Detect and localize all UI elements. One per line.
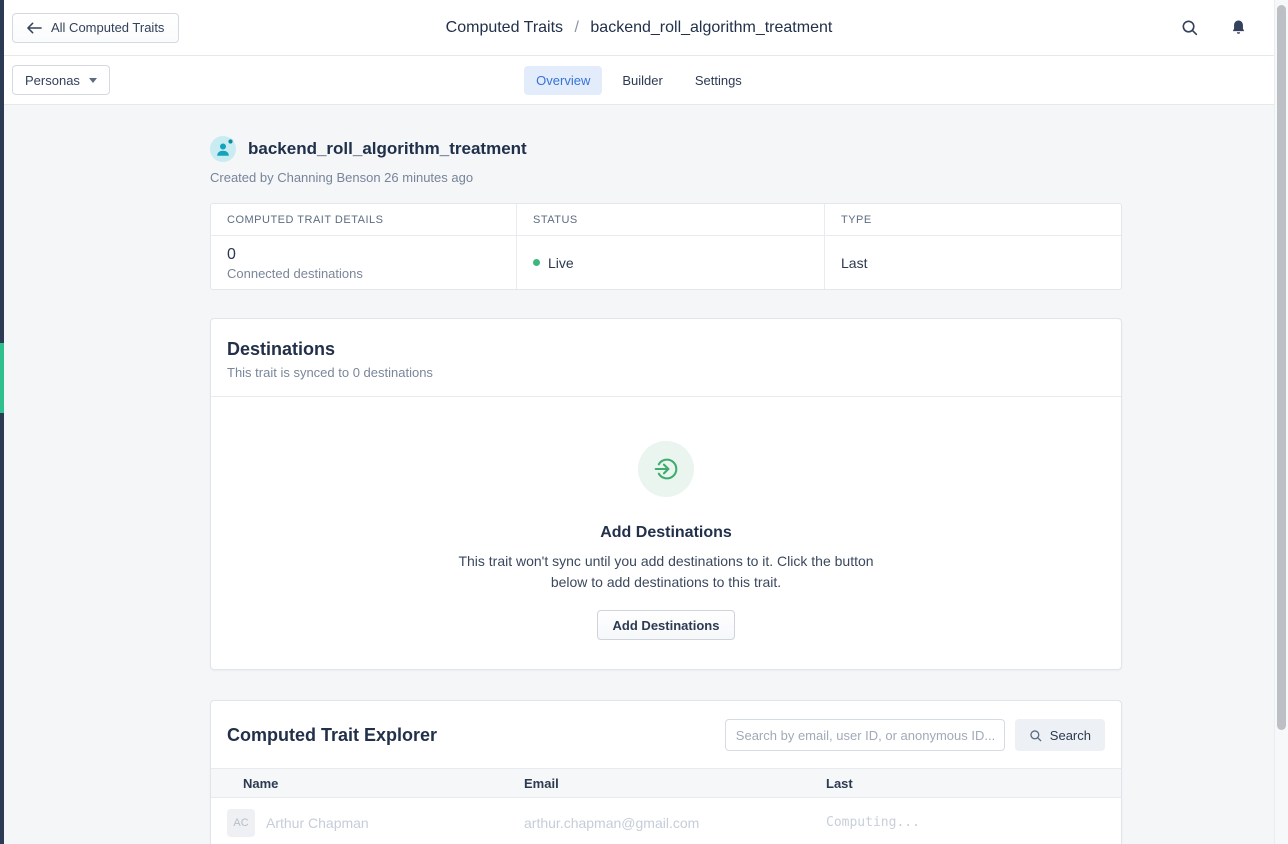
page-content: backend_roll_algorithm_treatment Created… [4, 105, 1274, 844]
breadcrumb: Computed Traits / backend_roll_algorithm… [4, 19, 1274, 37]
personas-dropdown[interactable]: Personas [12, 65, 110, 95]
add-destinations-icon-circle [638, 441, 694, 497]
connected-destinations-label: Connected destinations [227, 266, 500, 281]
collapsed-sidebar-strip [0, 0, 4, 844]
tab-builder[interactable]: Builder [610, 66, 674, 95]
explorer-search-button[interactable]: Search [1015, 719, 1105, 751]
column-header-last: Last [810, 776, 1121, 791]
column-header-name: Name [211, 776, 508, 791]
column-header-email: Email [508, 776, 810, 791]
empty-state-body-line2: below to add destinations to this trait. [551, 574, 781, 590]
sidebar-active-indicator [0, 343, 4, 413]
live-status-dot [533, 259, 540, 266]
explorer-title: Computed Trait Explorer [227, 725, 437, 746]
explorer-header: Computed Trait Explorer Search [211, 701, 1121, 768]
destinations-card: Destinations This trait is synced to 0 d… [210, 318, 1122, 670]
created-by-text: Created by Channing Benson 26 minutes ag… [210, 170, 1122, 185]
personas-label: Personas [25, 73, 80, 88]
empty-state-heading: Add Destinations [211, 524, 1121, 542]
explorer-search-input[interactable] [725, 719, 1005, 751]
table-row[interactable]: AC Arthur Chapman arthur.chapman@gmail.c… [211, 798, 1121, 844]
status-badge: Live [548, 255, 574, 271]
breadcrumb-separator: / [575, 19, 579, 36]
empty-state-body-line1: This trait won't sync until you add dest… [458, 553, 873, 569]
type-cell: Last [825, 236, 1121, 289]
user-name: Arthur Chapman [266, 815, 369, 831]
secondary-bar: Personas Overview Builder Settings [4, 56, 1274, 105]
breadcrumb-parent[interactable]: Computed Traits [446, 19, 563, 36]
scrollbar-track [1274, 0, 1288, 844]
chevron-down-icon [89, 78, 97, 83]
destinations-title: Destinations [227, 339, 1105, 360]
type-value: Last [841, 255, 867, 271]
destinations-subtitle: This trait is synced to 0 destinations [227, 365, 1105, 380]
breadcrumb-current: backend_roll_algorithm_treatment [590, 19, 832, 36]
avatar: AC [227, 809, 255, 837]
email-cell: arthur.chapman@gmail.com [508, 815, 810, 831]
trait-header: backend_roll_algorithm_treatment Created… [210, 136, 1122, 185]
search-button-label: Search [1050, 728, 1091, 743]
last-value-cell: Computing... [810, 815, 1121, 830]
trait-details-table: COMPUTED TRAIT DETAILS STATUS TYPE 0 Con… [210, 203, 1122, 290]
tab-settings[interactable]: Settings [683, 66, 754, 95]
details-header-status: STATUS [517, 204, 825, 236]
tab-overview[interactable]: Overview [524, 66, 602, 95]
explorer-table-header: Name Email Last [211, 768, 1121, 798]
name-cell: AC Arthur Chapman [211, 809, 508, 837]
computed-trait-explorer-card: Computed Trait Explorer Search Name Emai… [210, 700, 1122, 844]
explorer-search-group: Search [725, 719, 1105, 751]
add-destinations-button[interactable]: Add Destinations [597, 610, 736, 640]
log-in-arrow-icon [651, 454, 681, 484]
details-header-computed-trait-details: COMPUTED TRAIT DETAILS [211, 204, 517, 236]
destinations-empty-state: Add Destinations This trait won't sync u… [211, 397, 1121, 669]
connected-destinations-count: 0 [227, 245, 500, 264]
connected-destinations-cell: 0 Connected destinations [211, 236, 517, 289]
top-bar: All Computed Traits Computed Traits / ba… [4, 0, 1274, 56]
details-header-type: TYPE [825, 204, 1121, 236]
page-title: backend_roll_algorithm_treatment [248, 139, 527, 159]
destinations-card-header: Destinations This trait is synced to 0 d… [211, 319, 1121, 397]
empty-state-body: This trait won't sync until you add dest… [211, 551, 1121, 593]
computed-trait-icon [210, 136, 236, 162]
scrollbar-thumb[interactable] [1277, 5, 1286, 730]
search-glyph-icon [1029, 729, 1042, 742]
status-cell: Live [517, 236, 825, 289]
tab-bar: Overview Builder Settings [4, 66, 1274, 95]
